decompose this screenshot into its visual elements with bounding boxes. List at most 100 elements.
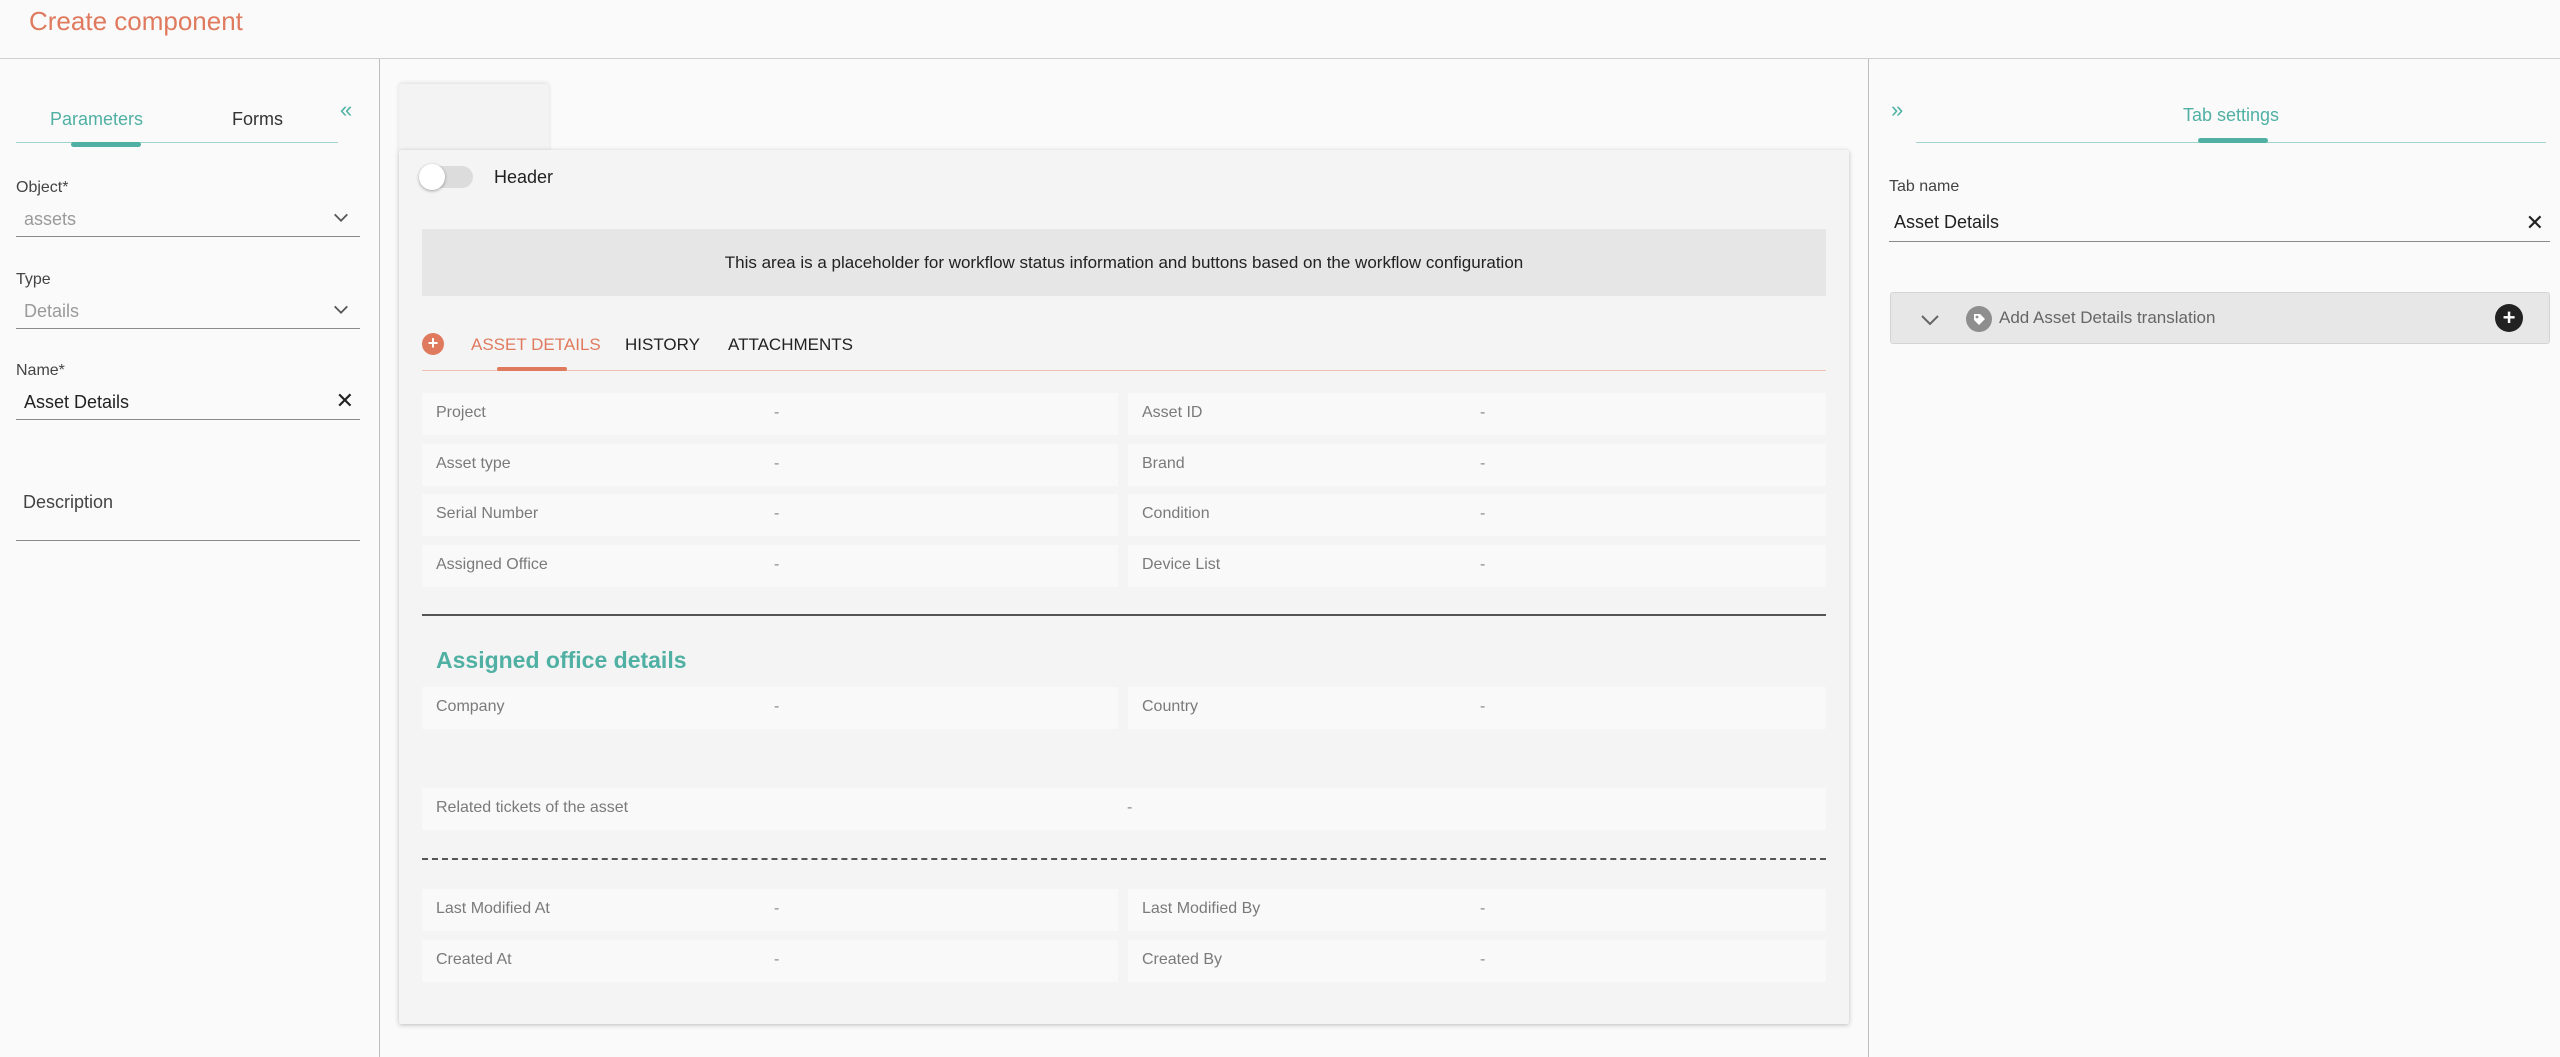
field-value: - (774, 455, 780, 472)
field-label: Project (436, 404, 486, 421)
tab-forms[interactable]: Forms (177, 107, 338, 131)
type-label: Type (16, 271, 51, 288)
description-input[interactable]: Description (16, 489, 360, 541)
field-last-modified-by[interactable]: Last Modified By - (1128, 889, 1826, 931)
field-device-list[interactable]: Device List - (1128, 545, 1826, 587)
field-related-tickets[interactable]: Related tickets of the asset - (422, 788, 1826, 830)
name-value: Asset Details (24, 392, 130, 412)
active-tab-indicator (71, 142, 141, 147)
right-divider (1868, 59, 1869, 1057)
field-value: - (1480, 698, 1486, 715)
field-label: Assigned Office (436, 556, 548, 573)
field-assigned-office[interactable]: Assigned Office - (422, 545, 1118, 587)
workflow-placeholder: This area is a placeholder for workflow … (422, 229, 1826, 296)
tab-name-label: Tab name (1889, 178, 1960, 195)
left-divider (379, 59, 380, 1057)
field-label: Asset type (436, 455, 511, 472)
active-tab-indicator (2198, 138, 2268, 143)
field-last-modified-at[interactable]: Last Modified At - (422, 889, 1118, 931)
tabs-rule (422, 370, 1826, 371)
type-value: Details (24, 301, 80, 321)
field-value: - (1480, 900, 1486, 917)
tab-history[interactable]: HISTORY (625, 335, 700, 355)
tab-tab-settings[interactable]: Tab settings (1916, 105, 2546, 126)
field-label: Country (1142, 698, 1199, 715)
field-label: Last Modified By (1142, 900, 1261, 917)
tabs-underline (16, 142, 338, 143)
expand-panel-icon[interactable]: » (1891, 97, 1903, 123)
translation-label: Add Asset Details translation (1999, 308, 2216, 327)
field-asset-id[interactable]: Asset ID - (1128, 393, 1826, 435)
collapse-panel-icon[interactable]: « (340, 97, 352, 123)
top-divider (0, 58, 2560, 59)
tab-name-value: Asset Details (1894, 212, 2000, 232)
field-value: - (774, 556, 780, 573)
field-company[interactable]: Company - (422, 687, 1118, 729)
toggle-knob (419, 164, 445, 190)
field-condition[interactable]: Condition - (1128, 494, 1826, 536)
field-label: Device List (1142, 556, 1221, 573)
field-label: Created By (1142, 951, 1223, 968)
clear-icon[interactable]: ✕ (2526, 210, 2544, 236)
field-created-by[interactable]: Created By - (1128, 940, 1826, 982)
page-title: Create component (29, 6, 243, 36)
component-preview-card: Header This area is a placeholder for wo… (399, 150, 1849, 1024)
chevron-down-icon (334, 305, 348, 314)
add-tab-button[interactable]: + (422, 333, 444, 355)
field-value: - (1480, 556, 1486, 573)
type-select[interactable]: Details (16, 295, 360, 329)
name-field[interactable]: Name* Asset Details ✕ (16, 362, 360, 420)
object-value: assets (24, 209, 77, 229)
field-serial-number[interactable]: Serial Number - (422, 494, 1118, 536)
tag-icon (1966, 306, 1992, 332)
field-label: Condition (1142, 505, 1210, 522)
field-value: - (1127, 799, 1133, 816)
translation-accordion[interactable]: Add Asset Details translation + (1890, 292, 2550, 344)
field-value: - (774, 404, 780, 421)
chevron-down-icon (1921, 315, 1939, 326)
field-value: - (774, 951, 780, 968)
field-value: - (1480, 505, 1486, 522)
clear-icon[interactable]: ✕ (336, 388, 354, 414)
field-label: Related tickets of the asset (436, 799, 629, 816)
field-brand[interactable]: Brand - (1128, 444, 1826, 486)
field-value: - (774, 505, 780, 522)
field-label: Last Modified At (436, 900, 550, 917)
add-translation-button[interactable]: + (2495, 304, 2523, 332)
field-value: - (1480, 404, 1486, 421)
tab-asset-details[interactable]: ASSET DETAILS (471, 335, 601, 355)
field-value: - (1480, 455, 1486, 472)
field-value: - (774, 698, 780, 715)
field-label: Company (436, 698, 505, 715)
parameters-panel: Parameters Forms « Object* assets Type D… (0, 59, 379, 1057)
name-label: Name* (16, 362, 65, 379)
chevron-down-icon (334, 213, 348, 222)
detail-tabs: + ASSET DETAILS HISTORY ATTACHMENTS (422, 330, 1826, 372)
object-field[interactable]: Object* assets (16, 179, 360, 237)
dashed-divider (422, 858, 1826, 860)
type-field[interactable]: Type Details (16, 271, 360, 329)
tab-parameters[interactable]: Parameters (16, 107, 177, 131)
field-label: Serial Number (436, 505, 539, 522)
header-toggle[interactable] (419, 164, 473, 190)
tab-name-input[interactable]: Asset Details ✕ (1889, 204, 2550, 242)
tab-attachments[interactable]: ATTACHMENTS (728, 335, 853, 355)
object-select[interactable]: assets (16, 203, 360, 237)
field-country[interactable]: Country - (1128, 687, 1826, 729)
component-tab-header[interactable] (399, 84, 549, 152)
field-label: Asset ID (1142, 404, 1203, 421)
object-label: Object* (16, 179, 69, 196)
field-label: Brand (1142, 455, 1185, 472)
field-value: - (774, 900, 780, 917)
left-tabs: Parameters Forms (16, 107, 338, 147)
name-input[interactable]: Asset Details ✕ (16, 386, 360, 420)
field-value: - (1480, 951, 1486, 968)
tab-name-field[interactable]: Tab name Asset Details ✕ (1889, 178, 2550, 242)
active-tab-indicator (497, 367, 567, 371)
field-created-at[interactable]: Created At - (422, 940, 1118, 982)
section-divider (422, 614, 1826, 616)
field-asset-type[interactable]: Asset type - (422, 444, 1118, 486)
field-project[interactable]: Project - (422, 393, 1118, 435)
section-title: Assigned office details (436, 647, 687, 673)
field-label: Created At (436, 951, 512, 968)
